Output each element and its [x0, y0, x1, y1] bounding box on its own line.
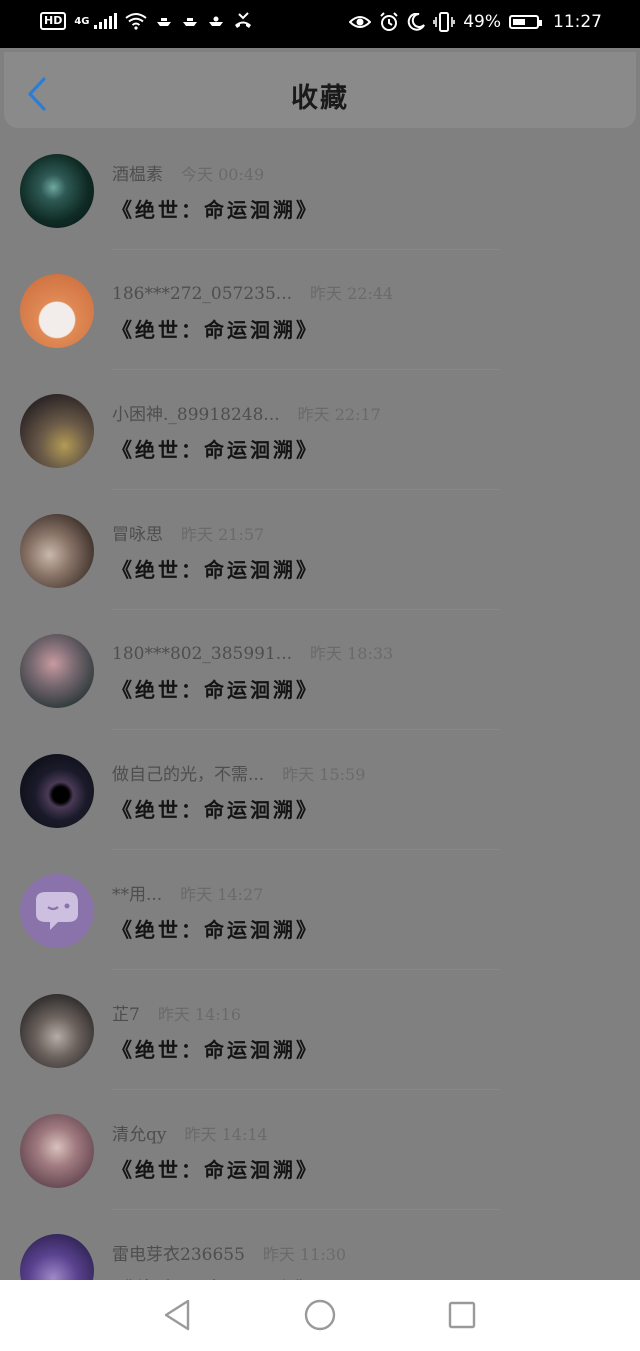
- username: 做自己的光，不需...: [112, 765, 265, 785]
- list-item[interactable]: 清允qy 昨天 14:14 《绝世：命运洄溯》: [0, 1090, 640, 1210]
- vibrate-icon: [433, 12, 456, 32]
- avatar[interactable]: [20, 1114, 94, 1188]
- timestamp: 昨天 14:14: [184, 1125, 268, 1144]
- timestamp: 昨天 21:57: [181, 525, 265, 544]
- username: 小困神._89918248...: [112, 405, 280, 425]
- timestamp: 昨天 11:30: [262, 1245, 347, 1264]
- username: 雷电芽衣236655: [112, 1245, 245, 1265]
- moon-icon: [408, 13, 426, 31]
- list-item[interactable]: 180***802_385991... 昨天 18:33 《绝世：命运洄溯》: [0, 610, 640, 730]
- triangle-back-icon[interactable]: [160, 1297, 196, 1333]
- avatar[interactable]: [20, 994, 94, 1068]
- phone-missed-icon: [234, 12, 251, 28]
- list-item[interactable]: 芷7 昨天 14:16 《绝世：命运洄溯》: [0, 970, 640, 1090]
- battery-icon: [509, 15, 542, 29]
- system-nav-bar: [0, 1280, 640, 1351]
- list-item[interactable]: 186***272_057235... 昨天 22:44 《绝世：命运洄溯》: [0, 250, 640, 370]
- username: 186***272_057235...: [112, 284, 293, 304]
- wifi-icon: [124, 13, 147, 30]
- clock: 11:27: [553, 12, 602, 32]
- favorites-list: 酒榅素 今天 00:49 《绝世：命运洄溯》 186***272_057235..…: [0, 130, 640, 1330]
- page-title: 收藏: [291, 83, 349, 114]
- book-title[interactable]: 《绝世：命运洄溯》: [112, 314, 319, 343]
- timestamp: 昨天 22:17: [297, 405, 381, 424]
- book-title[interactable]: 《绝世：命运洄溯》: [112, 194, 319, 223]
- book-title[interactable]: 《绝世：命运洄溯》: [112, 794, 319, 823]
- book-title[interactable]: 《绝世：命运洄溯》: [112, 554, 319, 583]
- book-title[interactable]: 《绝世：命运洄溯》: [112, 1154, 319, 1183]
- square-recents-icon[interactable]: [444, 1297, 480, 1333]
- username: 冒咏思: [112, 525, 163, 545]
- list-item[interactable]: **用... 昨天 14:27 《绝世：命运洄溯》: [0, 850, 640, 970]
- avatar[interactable]: [20, 754, 94, 828]
- avatar[interactable]: [20, 154, 94, 228]
- timestamp: 昨天 15:59: [282, 765, 366, 784]
- book-title[interactable]: 《绝世：命运洄溯》: [112, 434, 319, 463]
- avatar[interactable]: [20, 874, 94, 948]
- status-bar: HD 4G 49% 11:27: [0, 0, 640, 48]
- list-item[interactable]: 酒榅素 今天 00:49 《绝世：命运洄溯》: [0, 130, 640, 250]
- timestamp: 昨天 14:27: [180, 885, 264, 904]
- boat-icon: [208, 16, 223, 26]
- username: 清允qy: [112, 1125, 167, 1145]
- hd-icon: HD: [40, 12, 67, 30]
- avatar[interactable]: [20, 514, 94, 588]
- username: **用...: [112, 885, 163, 905]
- boat-icon: [156, 18, 171, 26]
- chat-bubble-icon: [36, 892, 78, 930]
- username: 酒榅素: [112, 165, 163, 185]
- username: 芷7: [112, 1005, 140, 1025]
- list-item[interactable]: 做自己的光，不需... 昨天 15:59 《绝世：命运洄溯》: [0, 730, 640, 850]
- book-title[interactable]: 《绝世：命运洄溯》: [112, 914, 319, 943]
- book-title[interactable]: 《绝世：命运洄溯》: [112, 674, 319, 703]
- timestamp: 昨天 22:44: [310, 284, 394, 303]
- avatar[interactable]: [20, 634, 94, 708]
- timestamp: 今天 00:49: [181, 165, 265, 184]
- boat-icon: [182, 18, 197, 26]
- circle-home-icon[interactable]: [302, 1297, 338, 1333]
- alarm-icon: [380, 12, 398, 31]
- network-label: 4G: [74, 15, 90, 27]
- app-header: 收藏: [4, 52, 636, 128]
- timestamp: 昨天 18:33: [310, 644, 394, 663]
- signal-icon: [93, 13, 117, 29]
- avatar[interactable]: [20, 394, 94, 468]
- battery-percent: 49%: [463, 12, 501, 32]
- avatar[interactable]: [20, 274, 94, 348]
- username: 180***802_385991...: [112, 644, 293, 664]
- list-item[interactable]: 小困神._89918248... 昨天 22:17 《绝世：命运洄溯》: [0, 370, 640, 490]
- book-title[interactable]: 《绝世：命运洄溯》: [112, 1034, 319, 1063]
- timestamp: 昨天 14:16: [157, 1005, 242, 1024]
- list-item[interactable]: 冒咏思 昨天 21:57 《绝世：命运洄溯》: [0, 490, 640, 610]
- eye-icon: [349, 16, 372, 28]
